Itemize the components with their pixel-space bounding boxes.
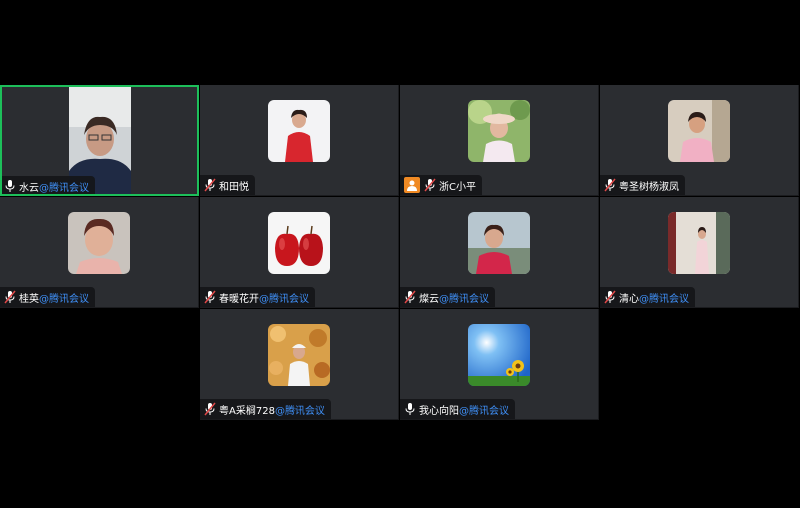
participant-suffix: @腾讯会议 bbox=[459, 405, 509, 417]
mic-muted-icon bbox=[604, 290, 616, 304]
avatar bbox=[268, 100, 330, 162]
participant-name: 粤A采榈728 bbox=[219, 405, 275, 417]
participant-suffix: @腾讯会议 bbox=[639, 293, 689, 305]
participant-tile[interactable]: 粤圣树杨淑凤 bbox=[600, 85, 799, 196]
participant-label: 燦云 @腾讯会议 bbox=[400, 287, 495, 307]
avatar bbox=[268, 324, 330, 386]
participant-tile[interactable]: 浙C小平 bbox=[400, 85, 599, 196]
participant-label: 清心 @腾讯会议 bbox=[600, 287, 695, 307]
participant-tile[interactable]: 桂英 @腾讯会议 bbox=[0, 197, 199, 308]
avatar bbox=[668, 100, 730, 162]
participant-tile[interactable]: 和田悦 bbox=[200, 85, 399, 196]
participant-label: 我心向阳 @腾讯会议 bbox=[400, 399, 515, 419]
participant-name: 燦云 bbox=[419, 293, 439, 305]
participant-label: 粤圣树杨淑凤 bbox=[600, 175, 685, 195]
participant-name: 粤圣树杨淑凤 bbox=[619, 181, 679, 193]
avatar bbox=[468, 212, 530, 274]
participant-name: 清心 bbox=[619, 293, 639, 305]
mic-muted-icon bbox=[404, 290, 416, 304]
participant-name: 水云 bbox=[19, 182, 39, 194]
mic-muted-icon bbox=[204, 290, 216, 304]
participant-tile[interactable]: 清心 @腾讯会议 bbox=[600, 197, 799, 308]
participant-grid: 水云 @腾讯会议 和田悦 浙C小平 粤圣树杨淑凤 桂英 @腾讯会议 春暖花开 @… bbox=[0, 85, 800, 423]
participant-label: 春暖花开 @腾讯会议 bbox=[200, 287, 315, 307]
participant-suffix: @腾讯会议 bbox=[439, 293, 489, 305]
participant-tile[interactable]: 水云 @腾讯会议 bbox=[0, 85, 199, 196]
participant-suffix: @腾讯会议 bbox=[259, 293, 309, 305]
participant-suffix: @腾讯会议 bbox=[39, 293, 89, 305]
participant-suffix: @腾讯会议 bbox=[39, 182, 89, 194]
participant-label: 桂英 @腾讯会议 bbox=[0, 287, 95, 307]
participant-name: 和田悦 bbox=[219, 181, 249, 193]
participant-tile[interactable]: 我心向阳 @腾讯会议 bbox=[400, 309, 599, 420]
avatar bbox=[68, 212, 130, 274]
microphone-icon bbox=[5, 180, 15, 192]
mic-muted-icon bbox=[604, 178, 616, 192]
avatar bbox=[668, 212, 730, 274]
avatar bbox=[268, 212, 330, 274]
participant-label: 浙C小平 bbox=[400, 175, 482, 195]
mic-muted-icon bbox=[424, 178, 436, 192]
user-icon bbox=[404, 177, 420, 193]
participant-name: 我心向阳 bbox=[419, 405, 459, 417]
participant-name: 桂英 bbox=[19, 293, 39, 305]
participant-name: 春暖花开 bbox=[219, 293, 259, 305]
participant-tile[interactable]: 粤A采榈728 @腾讯会议 bbox=[200, 309, 399, 420]
participant-label: 水云 @腾讯会议 bbox=[2, 176, 95, 194]
participant-tile[interactable]: 春暖花开 @腾讯会议 bbox=[200, 197, 399, 308]
participant-suffix: @腾讯会议 bbox=[274, 405, 325, 417]
participant-tile[interactable]: 燦云 @腾讯会议 bbox=[400, 197, 599, 308]
avatar bbox=[468, 324, 530, 386]
participant-name: 浙C小平 bbox=[439, 181, 476, 193]
mic-muted-icon bbox=[204, 178, 216, 192]
mic-muted-icon bbox=[4, 290, 16, 304]
participant-label: 和田悦 bbox=[200, 175, 255, 195]
microphone-icon bbox=[405, 403, 415, 415]
mic-muted-icon bbox=[204, 402, 216, 416]
avatar bbox=[468, 100, 530, 162]
participant-label: 粤A采榈728 @腾讯会议 bbox=[200, 399, 331, 419]
